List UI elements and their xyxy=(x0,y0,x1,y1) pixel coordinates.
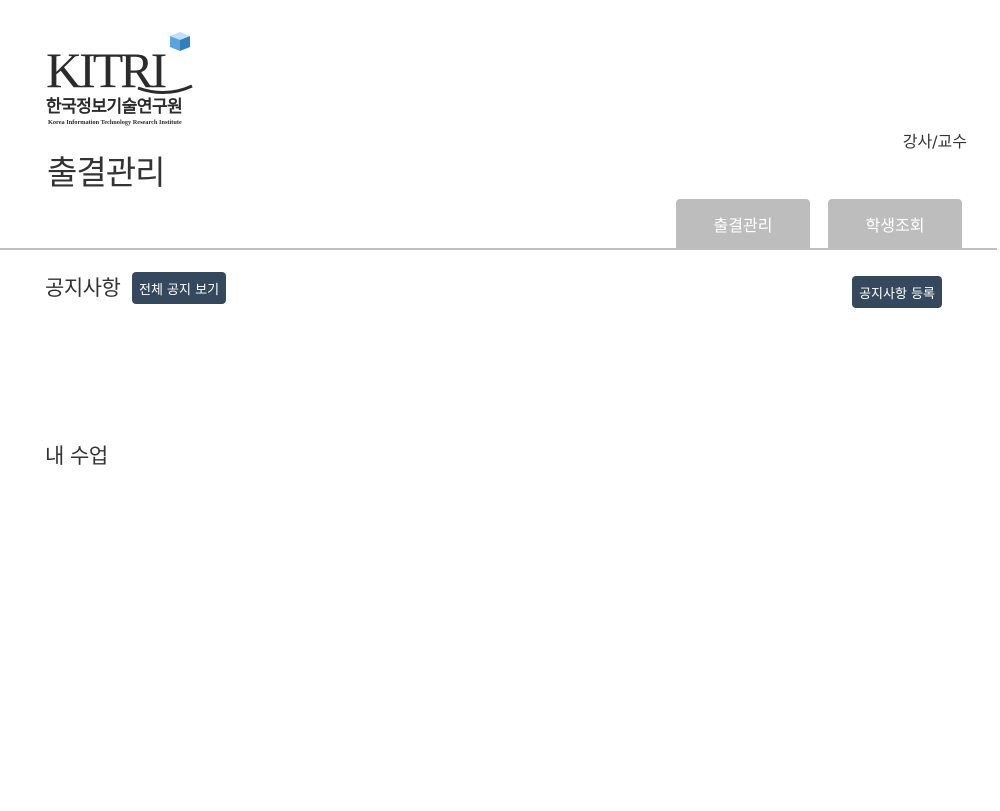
svg-text:한국정보기술연구원: 한국정보기술연구원 xyxy=(46,97,182,117)
user-role-label: 강사/교수 xyxy=(902,132,967,151)
view-all-notices-button[interactable]: 전체 공지 보기 xyxy=(132,272,227,304)
page-title: 출결관리 xyxy=(47,153,165,192)
notice-heading: 공지사항 xyxy=(45,276,121,300)
kitri-logo-graphic: KITRI 한국정보기술연구원 Korea Information Techno… xyxy=(46,32,193,126)
tab-student-lookup[interactable]: 학생조회 xyxy=(828,199,962,248)
main-nav: 출결관리 학생조회 xyxy=(676,199,962,248)
kitri-logo[interactable]: KITRI 한국정보기술연구원 Korea Information Techno… xyxy=(46,30,196,128)
my-classes-heading: 내 수업 xyxy=(45,444,108,468)
page: KITRI 한국정보기술연구원 Korea Information Techno… xyxy=(0,0,1000,811)
notice-section: 공지사항 전체 공지 보기 공지사항 등록 xyxy=(45,272,945,312)
svg-text:Korea Information Technology R: Korea Information Technology Research In… xyxy=(48,119,182,126)
header-divider xyxy=(0,248,997,250)
register-notice-button[interactable]: 공지사항 등록 xyxy=(852,276,942,308)
tab-attendance[interactable]: 출결관리 xyxy=(676,199,810,248)
